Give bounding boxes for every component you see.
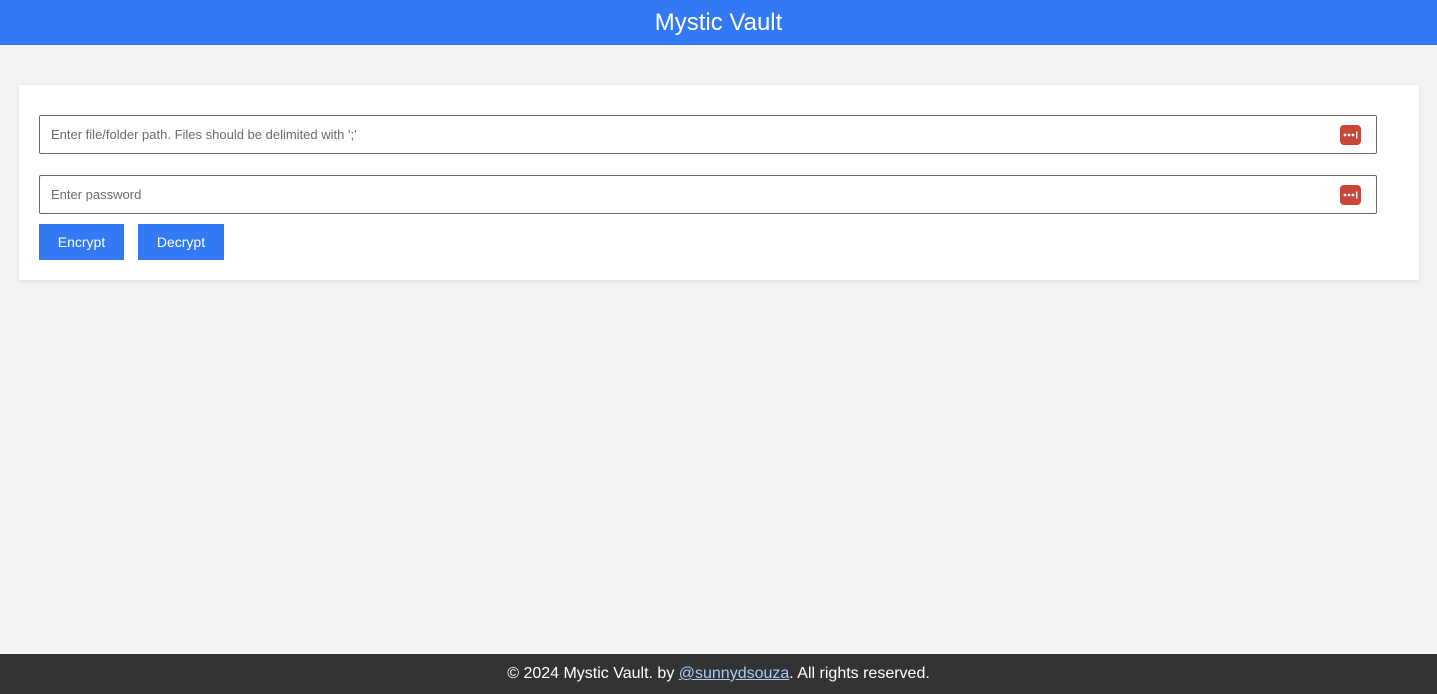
app-root: Mystic Vault Enter file/folder path. Fil…: [0, 0, 1437, 694]
password-dots-icon[interactable]: [1340, 185, 1361, 205]
dots-glyph-icon: [1343, 131, 1358, 139]
footer-suffix: . All rights reserved.: [789, 665, 930, 682]
vault-form-card: Encrypt Decrypt: [19, 85, 1419, 280]
path-input[interactable]: [40, 116, 1330, 153]
path-field: [39, 115, 1377, 154]
decrypt-button[interactable]: Decrypt: [138, 224, 224, 260]
password-field: [39, 175, 1377, 214]
dots-glyph-icon: [1343, 191, 1358, 199]
password-input[interactable]: [40, 176, 1330, 213]
footer-prefix: © 2024 Mystic Vault. by: [507, 665, 679, 682]
app-footer: © 2024 Mystic Vault. by @sunnydsouza. Al…: [0, 654, 1437, 694]
password-dots-icon[interactable]: [1340, 125, 1361, 145]
app-header: Mystic Vault: [0, 0, 1437, 45]
author-link[interactable]: @sunnydsouza: [679, 665, 790, 683]
encrypt-button[interactable]: Encrypt: [39, 224, 124, 260]
app-title: Mystic Vault: [654, 8, 783, 36]
